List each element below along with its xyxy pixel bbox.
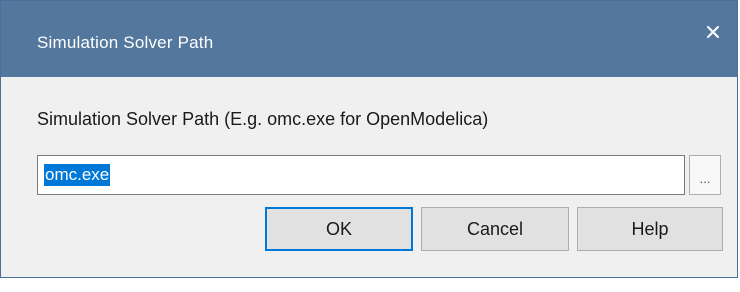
help-button[interactable]: Help [577,207,723,251]
solver-path-label: Simulation Solver Path (E.g. omc.exe for… [37,109,489,129]
solver-path-value: omc.exe [44,164,111,186]
browse-button[interactable]: ... [689,155,721,195]
solver-path-input[interactable]: omc.exe [37,155,685,195]
close-button[interactable] [689,1,737,63]
close-icon [706,25,720,39]
title-bar[interactable]: Simulation Solver Path [1,1,737,77]
ok-button[interactable]: OK [265,207,413,251]
cancel-button[interactable]: Cancel [421,207,569,251]
simulation-solver-path-dialog: Simulation Solver Path Simulation Solver… [0,0,738,278]
dialog-body: Simulation Solver Path (E.g. omc.exe for… [1,77,737,277]
dialog-title: Simulation Solver Path [37,33,214,52]
